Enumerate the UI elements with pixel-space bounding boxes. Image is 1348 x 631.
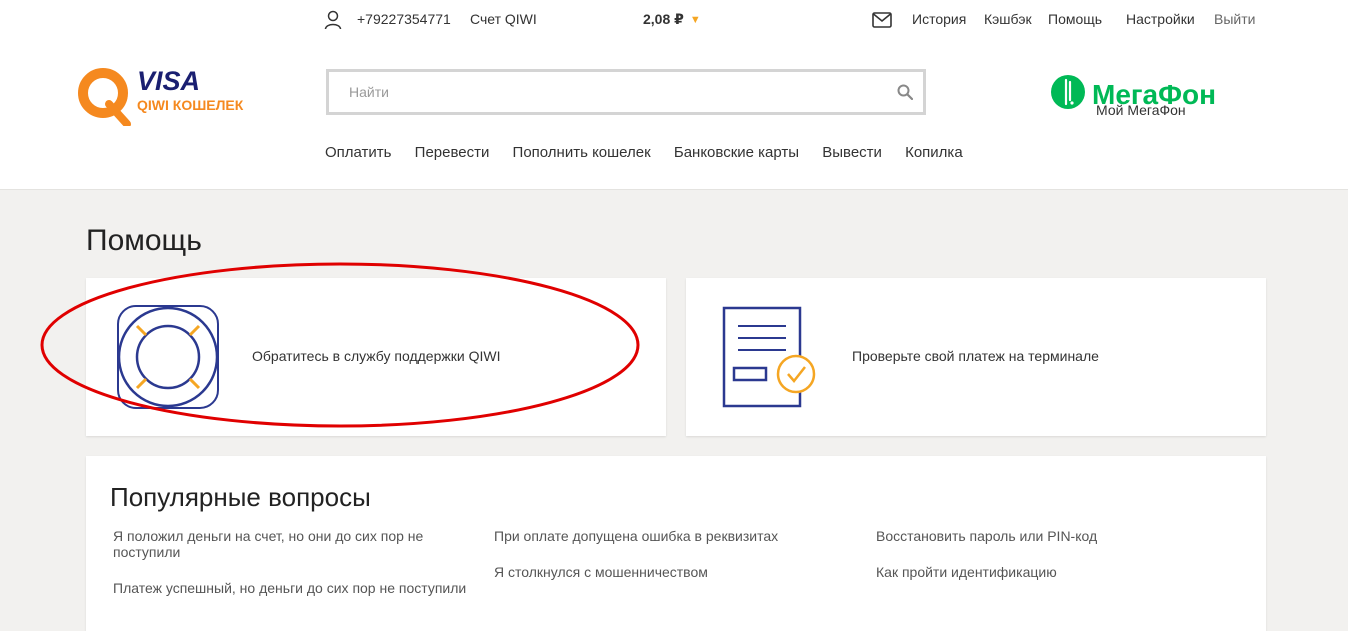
balance-value: 2,08 ₽ [643,11,684,27]
nav-transfer[interactable]: Перевести [415,144,490,161]
search-input[interactable] [329,72,869,112]
faq-link[interactable]: Платеж успешный, но деньги до сих пор не… [113,580,483,596]
logo-qiwi-text: QIWI КОШЕЛЕК [137,97,244,113]
search-box [326,69,926,115]
nav-pay[interactable]: Оплатить [325,144,392,161]
faq-link[interactable]: Я положил деньги на счет, но они до сих … [113,528,483,560]
nav-settings-link[interactable]: Настройки [1126,11,1195,27]
balance-dropdown[interactable]: 2,08 ₽ ▼ [643,11,701,28]
faq-column: При оплате допущена ошибка в реквизитах … [494,528,864,600]
content-area: Помощь Обратитесь в службу поддержки QIW… [0,189,1348,631]
faq-column: Восстановить пароль или PIN-код Как прой… [876,528,1246,600]
terminal-check-card[interactable]: Проверьте свой платеж на терминале [686,278,1266,436]
phone-number[interactable]: +79227354771 [357,11,451,27]
nav-withdraw[interactable]: Вывести [822,144,882,161]
nav-topup[interactable]: Пополнить кошелек [513,144,651,161]
top-bar: +79227354771 Счет QIWI 2,08 ₽ ▼ История К… [0,0,1348,40]
chevron-down-icon: ▼ [689,14,701,26]
faq-column: Я положил деньги на счет, но они до сих … [113,528,483,616]
nav-piggybank[interactable]: Копилка [905,144,963,161]
faq-link[interactable]: При оплате допущена ошибка в реквизитах [494,528,864,544]
logo-visa-text: VISA [137,66,200,96]
support-card[interactable]: Обратитесь в службу поддержки QIWI [86,278,666,436]
support-card-text: Обратитесь в службу поддержки QIWI [252,348,501,364]
search-icon[interactable] [897,84,913,100]
faq-link[interactable]: Я столкнулся с мошенничеством [494,564,864,580]
megafon-subtitle[interactable]: Мой МегаФон [1096,102,1186,118]
popular-questions-panel: Популярные вопросы Я положил деньги на с… [86,456,1266,631]
faq-title: Популярные вопросы [110,482,371,512]
nav-help-link[interactable]: Помощь [1048,11,1102,27]
lifebuoy-icon [117,305,219,409]
main-nav: Оплатить Перевести Пополнить кошелек Бан… [325,144,982,161]
user-icon[interactable] [324,10,342,30]
mail-icon[interactable] [872,12,892,28]
logout-link[interactable]: Выйти [1214,11,1255,27]
faq-link[interactable]: Восстановить пароль или PIN-код [876,528,1246,544]
nav-cashback-link[interactable]: Кэшбэк [984,11,1032,27]
nav-bank-cards[interactable]: Банковские карты [674,144,799,161]
document-check-icon [722,306,816,408]
terminal-card-text: Проверьте свой платеж на терминале [852,348,1099,364]
faq-link[interactable]: Как пройти идентификацию [876,564,1246,580]
nav-history-link[interactable]: История [912,11,966,27]
page-title: Помощь [86,224,202,257]
account-label[interactable]: Счет QIWI [470,11,537,27]
qiwi-visa-logo[interactable]: VISA QIWI КОШЕЛЕК [75,64,245,126]
